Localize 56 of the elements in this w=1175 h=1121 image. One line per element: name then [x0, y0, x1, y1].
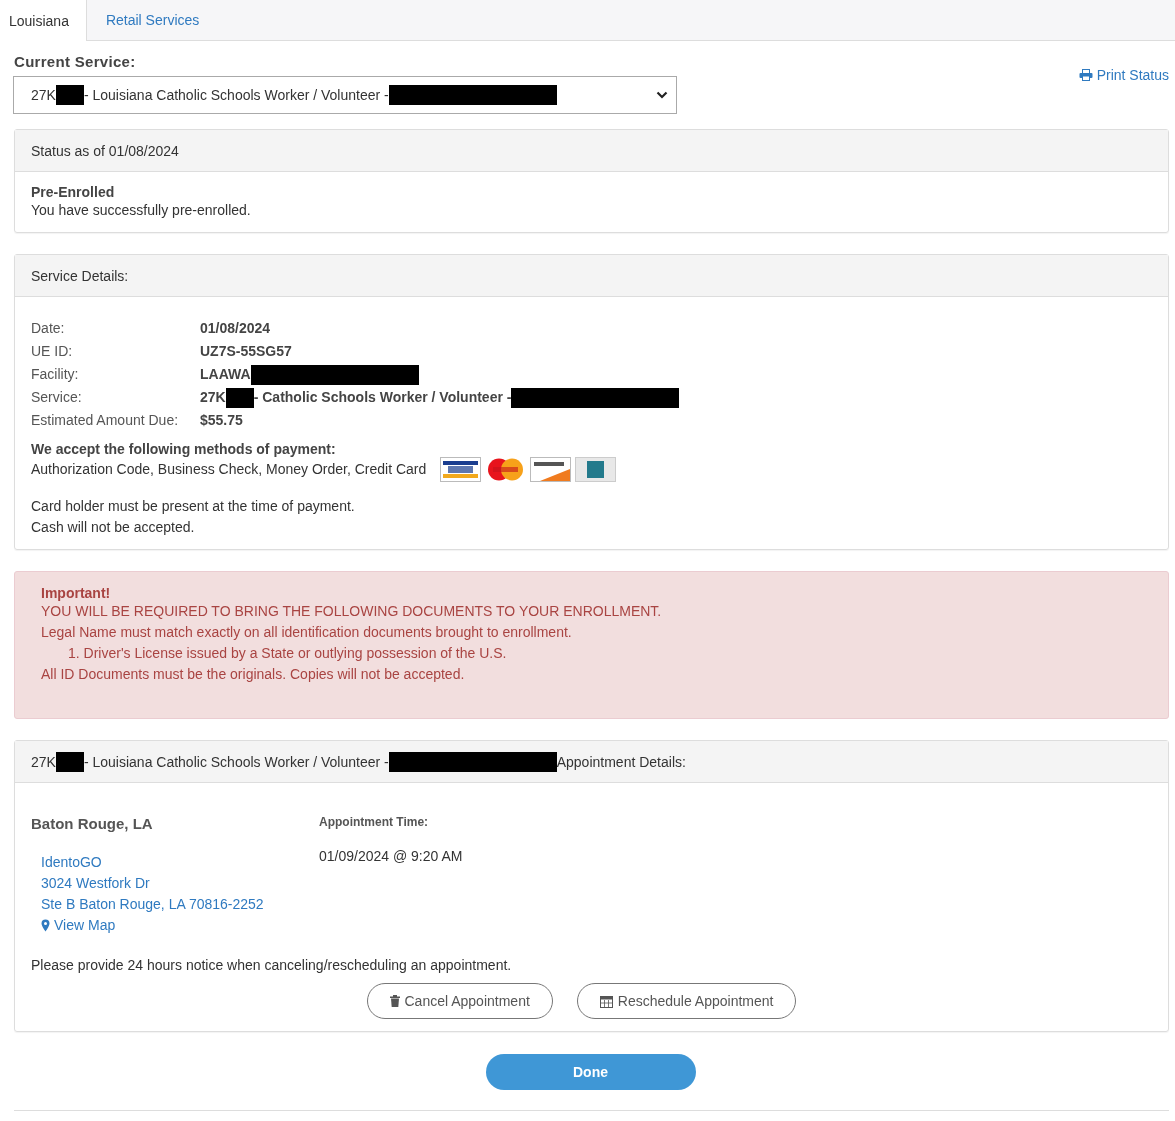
tab[interactable]: Retail Services [86, 0, 217, 40]
reschedule-button[interactable]: Reschedule Appointment [576, 983, 797, 1019]
service-text: UZ7S-55SG57 [200, 342, 292, 361]
city-title: Baton Rouge, LA [31, 815, 154, 832]
alert-title: Important! [41, 585, 112, 601]
service-text: 27K [200, 388, 226, 407]
time-label: Appointment Time: [319, 815, 430, 829]
service-text: 27K [31, 87, 56, 103]
detail-label: Service: [31, 388, 83, 407]
map-pin-icon [41, 919, 50, 932]
appointment-time: 01/09/2024 @ 9:20 AM [319, 847, 464, 866]
status-title: Pre-Enrolled [31, 184, 116, 200]
field-label: Current Service: [14, 53, 137, 70]
chevron-down-icon [656, 91, 668, 99]
service-text: 01/08/2024 [200, 319, 271, 338]
payment-card-icon [530, 457, 572, 482]
panel-heading: Status as of 01/08/2024 [15, 130, 1168, 172]
detail-label: Date: [31, 319, 66, 338]
service-text: - Louisiana Catholic Schools Worker / Volunteer - [83, 753, 389, 770]
trash-icon [389, 995, 400, 1007]
service-select[interactable]: 27K - Louisiana Catholic Schools Worker / Volunteer - [13, 76, 677, 114]
payment-note: Card holder must be present at the time of payment. [31, 497, 356, 516]
redaction-bar [225, 387, 254, 408]
service-text: 27K [31, 753, 56, 770]
service-text: $55.75 [200, 411, 243, 430]
service-text: - Louisiana Catholic Schools Worker / Volunteer - [83, 87, 389, 103]
alert-text: 1. Driver's License issued by a State or outlying possession of the U.S. [67, 644, 508, 663]
printer-icon [1078, 69, 1093, 81]
payment-card-icon [440, 457, 482, 482]
payment-heading: We accept the following methods of payment: [31, 441, 337, 457]
detail-label: Facility: [31, 365, 80, 384]
alert-text: All ID Documents must be the originals. Copies will not be accepted. [41, 665, 466, 684]
detail-label: Estimated Amount Due: [31, 411, 180, 430]
view-map-link[interactable]: View Map [41, 915, 116, 936]
done-button[interactable]: Done [485, 1054, 696, 1090]
address-link[interactable]: Ste B Baton Rouge, LA 70816-2252 [41, 894, 264, 915]
cancel-button[interactable]: Cancel Appointment [366, 983, 553, 1019]
payment-note: Cash will not be accepted. [31, 518, 196, 537]
service-text: LAAWA [200, 365, 251, 384]
redaction-bar [55, 85, 84, 105]
service-text: Appointment Details: [556, 753, 686, 770]
address-link[interactable]: 3024 Westfork Dr [41, 873, 150, 894]
panel-heading: Service Details: [15, 255, 1168, 297]
alert-text: Legal Name must match exactly on all identification documents brought to enrollment. [41, 623, 573, 642]
notice-text: Please provide 24 hours notice when canceling/rescheduling an appointment. [31, 956, 513, 975]
status-message: You have successfully pre-enrolled. [31, 201, 252, 220]
detail-label: UE ID: [31, 342, 74, 361]
service-text: - Catholic Schools Worker / Volunteer - [253, 388, 512, 407]
print-status-link[interactable]: Print Status [1078, 66, 1169, 84]
redaction-bar [55, 751, 84, 772]
location-link[interactable]: IdentoGO [41, 852, 102, 873]
payment-methods: Authorization Code, Business Check, Money Order, Credit Card [31, 460, 427, 479]
calendar-icon [599, 994, 613, 1008]
tab[interactable]: Louisiana [0, 0, 87, 41]
payment-card-icon [575, 457, 617, 482]
alert-text: YOU WILL BE REQUIRED TO BRING THE FOLLOWING DOCUMENTS TO YOUR ENROLLMENT. [41, 602, 663, 621]
